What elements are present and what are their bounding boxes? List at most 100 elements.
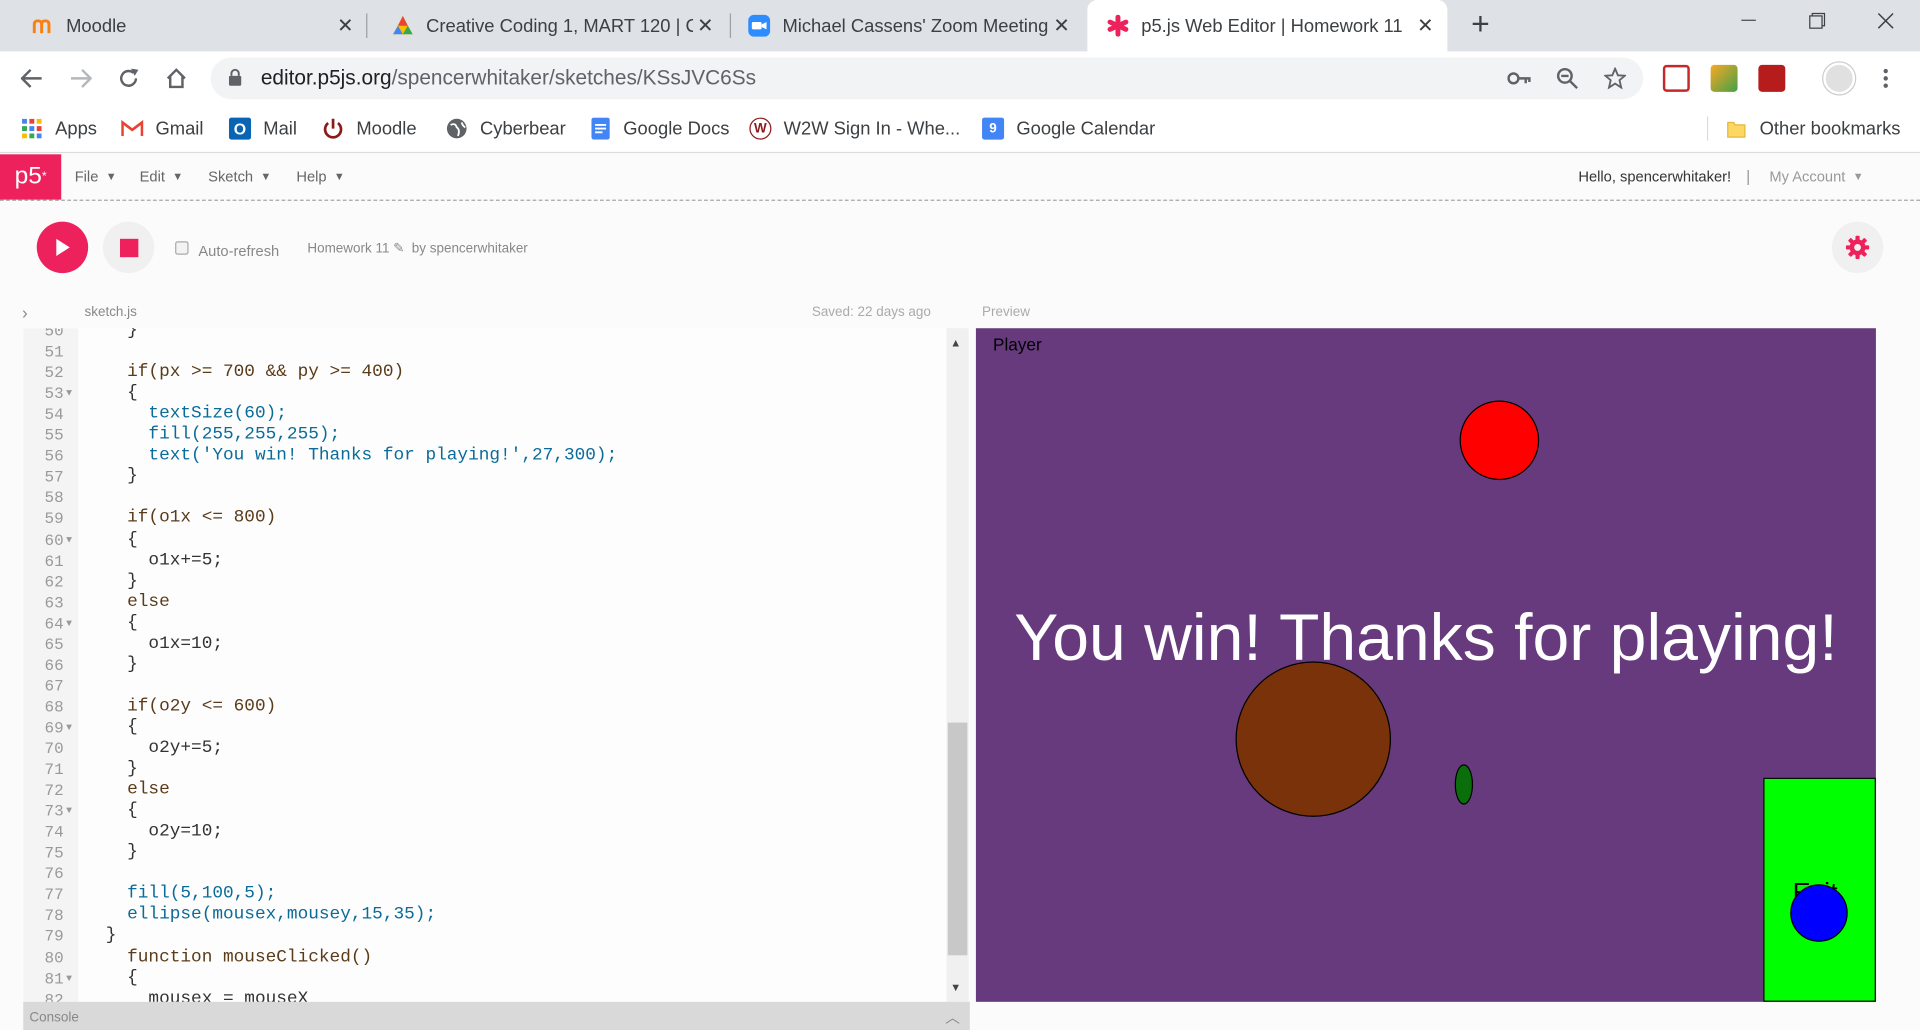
chevron-up-icon[interactable]: ︿ <box>945 1007 960 1028</box>
bookmark-apps[interactable]: Apps <box>21 114 97 143</box>
code-line[interactable]: 68 if(o2y <= 600) <box>23 697 946 718</box>
bookmark-other[interactable]: Other bookmarks <box>1725 114 1900 143</box>
code-line[interactable]: 57 } <box>23 467 946 488</box>
fold-arrow-icon[interactable]: ▼ <box>66 530 72 551</box>
fold-arrow-icon[interactable]: ▼ <box>66 718 72 739</box>
code-line[interactable]: 58 <box>23 488 946 509</box>
code-line[interactable]: 81 ▼ { <box>23 968 946 989</box>
fold-arrow-icon[interactable]: ▼ <box>66 801 72 822</box>
restore-button[interactable] <box>1783 0 1852 42</box>
close-tab-icon[interactable]: ✕ <box>1049 13 1073 37</box>
fold-arrow-icon[interactable]: ▼ <box>66 613 72 634</box>
url-path: /spencerwhitaker/sketches/KSsJVC6Ss <box>391 66 757 90</box>
code-line[interactable]: 71 } <box>23 759 946 780</box>
home-button[interactable] <box>159 61 193 95</box>
code-line[interactable]: 75 } <box>23 843 946 864</box>
menu-edit[interactable]: Edit ▼ <box>140 168 184 185</box>
auto-refresh-checkbox[interactable] <box>175 241 189 255</box>
reload-button[interactable] <box>111 61 145 95</box>
code-line[interactable]: 74 o2y=10; <box>23 822 946 843</box>
bookmark-google-calendar[interactable]: 9 Google Calendar <box>982 114 1155 143</box>
bookmark-moodle[interactable]: Moodle <box>322 114 417 143</box>
scroll-down-icon[interactable]: ▼ <box>950 981 961 993</box>
code-line[interactable]: 77 fill(5,100,5); <box>23 885 946 906</box>
code-line[interactable]: 56 text('You win! Thanks for playing!',2… <box>23 446 946 467</box>
menu-file[interactable]: File ▼ <box>75 168 117 185</box>
code-editor[interactable]: 50 } 51 52 if(px >= 700 && py >= 400) 53 ▼ {… <box>23 328 947 1002</box>
menu-help[interactable]: Help ▼ <box>296 168 345 185</box>
code-line[interactable]: 82 mousex = mouseX <box>23 989 946 1002</box>
code-line[interactable]: 60 ▼ { <box>23 530 946 551</box>
tab-moodle[interactable]: Moodle ✕ <box>0 0 367 51</box>
key-icon[interactable] <box>1506 66 1533 90</box>
code-line[interactable]: 50 } <box>23 328 946 341</box>
code-line[interactable]: 53 ▼ { <box>23 384 946 405</box>
fold-arrow-icon[interactable]: ▼ <box>66 384 72 405</box>
line-number: 58 <box>44 489 64 508</box>
close-tab-icon[interactable]: ✕ <box>1413 13 1437 37</box>
pencil-icon[interactable]: ✎ <box>393 240 404 256</box>
calendar-icon: 9 <box>982 117 1005 140</box>
code-line[interactable]: 67 <box>23 676 946 697</box>
my-account-menu[interactable]: My Account ▼ <box>1769 168 1863 185</box>
play-button[interactable] <box>36 221 89 274</box>
close-tab-icon[interactable]: ✕ <box>693 13 717 37</box>
code-line[interactable]: 54 textSize(60); <box>23 404 946 425</box>
tab-zoom-meeting[interactable]: Michael Cassens' Zoom Meeting ✕ <box>716 0 1083 51</box>
code-line[interactable]: 55 fill(255,255,255); <box>23 425 946 446</box>
code-line[interactable]: 78 ellipse(mousex,mousey,15,35); <box>23 906 946 927</box>
code-line[interactable]: 72 else <box>23 780 946 801</box>
console-panel[interactable]: Console ︿ <box>23 1001 970 1030</box>
expand-sidebar-icon[interactable]: › <box>22 303 28 323</box>
scroll-up-icon[interactable]: ▲ <box>950 337 961 349</box>
code-line[interactable]: 51 <box>23 342 946 363</box>
pdf-extension-icon[interactable] <box>1758 64 1786 92</box>
chrome-menu-icon[interactable] <box>1869 61 1903 95</box>
code-line[interactable]: 70 o2y+=5; <box>23 739 946 760</box>
bookmark-w2w[interactable]: W W2W Sign In - Whe... <box>749 114 960 143</box>
back-button[interactable] <box>15 61 49 95</box>
zoom-out-icon[interactable] <box>1554 66 1581 90</box>
file-name[interactable]: sketch.js <box>84 305 136 320</box>
pocket-extension-icon[interactable] <box>1662 64 1690 92</box>
code-text: if(o1x <= 800) <box>84 508 277 529</box>
forward-button[interactable] <box>64 61 98 95</box>
tab-p5-editor[interactable]: p5.js Web Editor | Homework 11 ✕ <box>1087 0 1448 52</box>
line-number: 78 <box>44 906 64 926</box>
close-window-button[interactable] <box>1851 0 1920 42</box>
code-line[interactable]: 52 if(px >= 700 && py >= 400) <box>23 363 946 384</box>
menu-sketch[interactable]: Sketch ▼ <box>208 168 271 185</box>
code-line[interactable]: 64 ▼ { <box>23 613 946 634</box>
bookmark-mail[interactable]: O Mail <box>228 114 297 143</box>
code-line[interactable]: 73 ▼ { <box>23 801 946 822</box>
p5-logo[interactable]: p5 * <box>0 154 62 200</box>
code-line[interactable]: 79 } <box>23 926 946 947</box>
bookmark-cyberbear[interactable]: Cyberbear <box>446 114 566 143</box>
code-line[interactable]: 61 o1x+=5; <box>23 551 946 572</box>
code-line[interactable]: 66 } <box>23 655 946 676</box>
project-name[interactable]: Homework 11 ✎ by spencerwhitaker <box>307 240 527 256</box>
bookmark-star-icon[interactable] <box>1602 66 1629 90</box>
bookmark-gmail[interactable]: Gmail <box>121 114 203 143</box>
settings-button[interactable] <box>1831 221 1884 274</box>
new-tab-button[interactable]: + <box>1464 7 1496 41</box>
stop-button[interactable] <box>102 221 155 274</box>
code-line[interactable]: 65 o1x=10; <box>23 634 946 655</box>
extension-icon[interactable] <box>1710 64 1738 92</box>
tab-creative-coding[interactable]: Creative Coding 1, MART 120 | Co ✕ <box>360 0 727 51</box>
close-tab-icon[interactable]: ✕ <box>333 13 357 37</box>
editor-scroll-thumb[interactable] <box>947 722 968 956</box>
fold-arrow-icon[interactable]: ▼ <box>66 968 72 989</box>
code-line[interactable]: 76 <box>23 864 946 885</box>
minimize-button[interactable] <box>1714 0 1783 42</box>
bookmark-google-docs[interactable]: Google Docs <box>589 114 729 143</box>
profile-avatar[interactable] <box>1823 62 1856 95</box>
preview-canvas[interactable]: Player You win! Thanks for playing! Exit <box>975 328 1876 1002</box>
code-line[interactable]: 59 if(o1x <= 800) <box>23 509 946 530</box>
code-line[interactable]: 63 else <box>23 592 946 613</box>
code-line[interactable]: 80 function mouseClicked() <box>23 947 946 968</box>
address-bar[interactable]: editor.p5js.org/spencerwhitaker/sketches… <box>210 57 1644 100</box>
code-line[interactable]: 69 ▼ { <box>23 718 946 739</box>
line-number: 75 <box>44 844 64 863</box>
code-line[interactable]: 62 } <box>23 571 946 592</box>
